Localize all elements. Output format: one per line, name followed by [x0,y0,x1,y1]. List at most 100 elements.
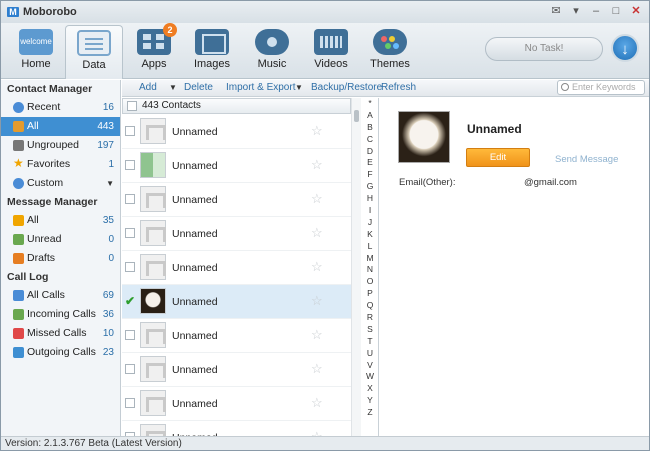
task-status-button[interactable]: No Task! [485,37,603,61]
favorite-star-icon[interactable]: ☆ [311,429,323,436]
sidebar-item-ungrouped[interactable]: Ungrouped 197 [1,136,120,155]
sidebar-item-recent[interactable]: Recent 16 [1,98,120,117]
favorite-star-icon[interactable]: ☆ [311,293,323,309]
alphabet-letter[interactable]: H [363,193,377,205]
alphabet-letter[interactable]: Z [363,407,377,419]
checkmark-icon[interactable]: ✔ [125,295,135,307]
row-checkbox[interactable] [125,364,135,374]
alphabet-letter[interactable]: Y [363,395,377,407]
download-icon[interactable]: ↓ [611,34,639,62]
alphabet-letter[interactable]: * [363,98,377,110]
alphabet-letter[interactable]: Q [363,300,377,312]
add-button[interactable]: Add [139,82,157,93]
favorite-star-icon[interactable]: ☆ [311,225,323,241]
contact-row[interactable]: Unnamed☆ [122,149,351,183]
alphabet-letter[interactable]: E [363,157,377,169]
maximize-icon[interactable]: □ [609,4,623,18]
contact-list-scrollbar[interactable] [351,98,361,436]
nav-home[interactable]: welcome Home [7,25,65,77]
nav-themes[interactable]: Themes [361,25,419,77]
sidebar-item-custom[interactable]: Custom ▼ [1,174,120,193]
favorite-star-icon[interactable]: ☆ [311,191,323,207]
sidebar-item-incoming-calls[interactable]: Incoming Calls 36 [1,305,120,324]
import-export-button[interactable]: Import & Export [226,82,295,93]
favorite-star-icon[interactable]: ☆ [311,361,323,377]
edit-button[interactable]: Edit [466,148,530,167]
chevron-down-icon[interactable]: ▼ [106,174,114,193]
contact-row[interactable]: Unnamed ☆ [122,115,351,149]
nav-images[interactable]: Images [183,25,241,77]
sidebar-item-missed-calls[interactable]: Missed Calls 10 [1,324,120,343]
contact-row[interactable]: Unnamed☆ [122,217,351,251]
contact-row[interactable]: Unnamed☆ [122,387,351,421]
row-checkbox[interactable] [125,160,135,170]
minimize-icon[interactable]: – [589,4,603,18]
contact-row[interactable]: Unnamed☆ [122,421,351,436]
alphabet-letter[interactable]: L [363,241,377,253]
row-checkbox[interactable] [125,126,135,136]
contact-name-cell: Unnamed [172,126,218,138]
window-controls: ✉ ▾ – □ ✕ [549,4,643,18]
nav-videos[interactable]: Videos [302,25,360,77]
row-checkbox[interactable] [125,194,135,204]
add-dropdown-icon[interactable]: ▼ [169,83,177,92]
sidebar-item-drafts[interactable]: Drafts 0 [1,249,120,268]
alphabet-letter[interactable]: S [363,324,377,336]
sidebar-item-favorites[interactable]: ★ Favorites 1 [1,155,120,174]
alphabet-letter[interactable]: U [363,348,377,360]
alphabet-letter[interactable]: V [363,360,377,372]
alphabet-letter[interactable]: G [363,181,377,193]
alphabet-letter[interactable]: P [363,288,377,300]
nav-data[interactable]: Data [65,25,123,79]
favorite-star-icon[interactable]: ☆ [311,123,323,139]
favorite-star-icon[interactable]: ☆ [311,157,323,173]
backup-restore-button[interactable]: Backup/Restore [311,82,382,93]
menu-icon[interactable]: ▾ [569,4,583,18]
contact-row[interactable]: ✔ Unnamed ☆ [122,285,351,319]
favorite-star-icon[interactable]: ☆ [311,395,323,411]
scrollbar-thumb[interactable] [354,110,359,122]
alphabet-letter[interactable]: O [363,276,377,288]
alphabet-letter[interactable]: J [363,217,377,229]
alphabet-letter[interactable]: X [363,383,377,395]
contact-row[interactable]: Unnamed☆ [122,183,351,217]
alphabet-letter[interactable]: R [363,312,377,324]
close-icon[interactable]: ✕ [629,4,643,18]
favorite-star-icon[interactable]: ☆ [311,259,323,275]
search-input[interactable]: Enter Keywords [557,80,645,95]
alphabet-letter[interactable]: F [363,169,377,181]
alphabet-letter[interactable]: K [363,229,377,241]
sidebar-item-all-calls[interactable]: All Calls 69 [1,286,120,305]
alphabet-letter[interactable]: A [363,110,377,122]
alphabet-letter[interactable]: M [363,253,377,265]
nav-music[interactable]: Music [243,25,301,77]
contact-row[interactable]: Unnamed☆ [122,251,351,285]
feedback-icon[interactable]: ✉ [549,4,563,18]
delete-button[interactable]: Delete [184,82,213,93]
row-checkbox[interactable] [125,398,135,408]
contact-row[interactable]: Unnamed☆ [122,353,351,387]
alphabet-letter[interactable]: N [363,264,377,276]
row-checkbox[interactable] [125,262,135,272]
alphabet-letter[interactable]: W [363,371,377,383]
select-all-checkbox[interactable] [127,101,137,111]
refresh-button[interactable]: Refresh [381,82,416,93]
favorite-star-icon[interactable]: ☆ [311,327,323,343]
sidebar-item-all-contacts[interactable]: All 443 [1,117,120,136]
alphabet-letter[interactable]: C [363,134,377,146]
alphabet-letter[interactable]: B [363,122,377,134]
send-message-link[interactable]: Send Message [555,154,618,165]
sidebar-item-label: Drafts [27,252,56,264]
import-export-dropdown-icon[interactable]: ▼ [295,83,303,92]
sidebar-item-all-messages[interactable]: All 35 [1,211,120,230]
row-checkbox[interactable] [125,330,135,340]
contact-avatar [140,186,166,212]
alphabet-letter[interactable]: T [363,336,377,348]
nav-apps[interactable]: 2 Apps [125,23,183,77]
sidebar-item-unread[interactable]: Unread 0 [1,230,120,249]
alphabet-letter[interactable]: I [363,205,377,217]
contact-row[interactable]: Unnamed☆ [122,319,351,353]
alphabet-letter[interactable]: D [363,146,377,158]
sidebar-item-outgoing-calls[interactable]: Outgoing Calls 23 [1,343,120,362]
row-checkbox[interactable] [125,228,135,238]
